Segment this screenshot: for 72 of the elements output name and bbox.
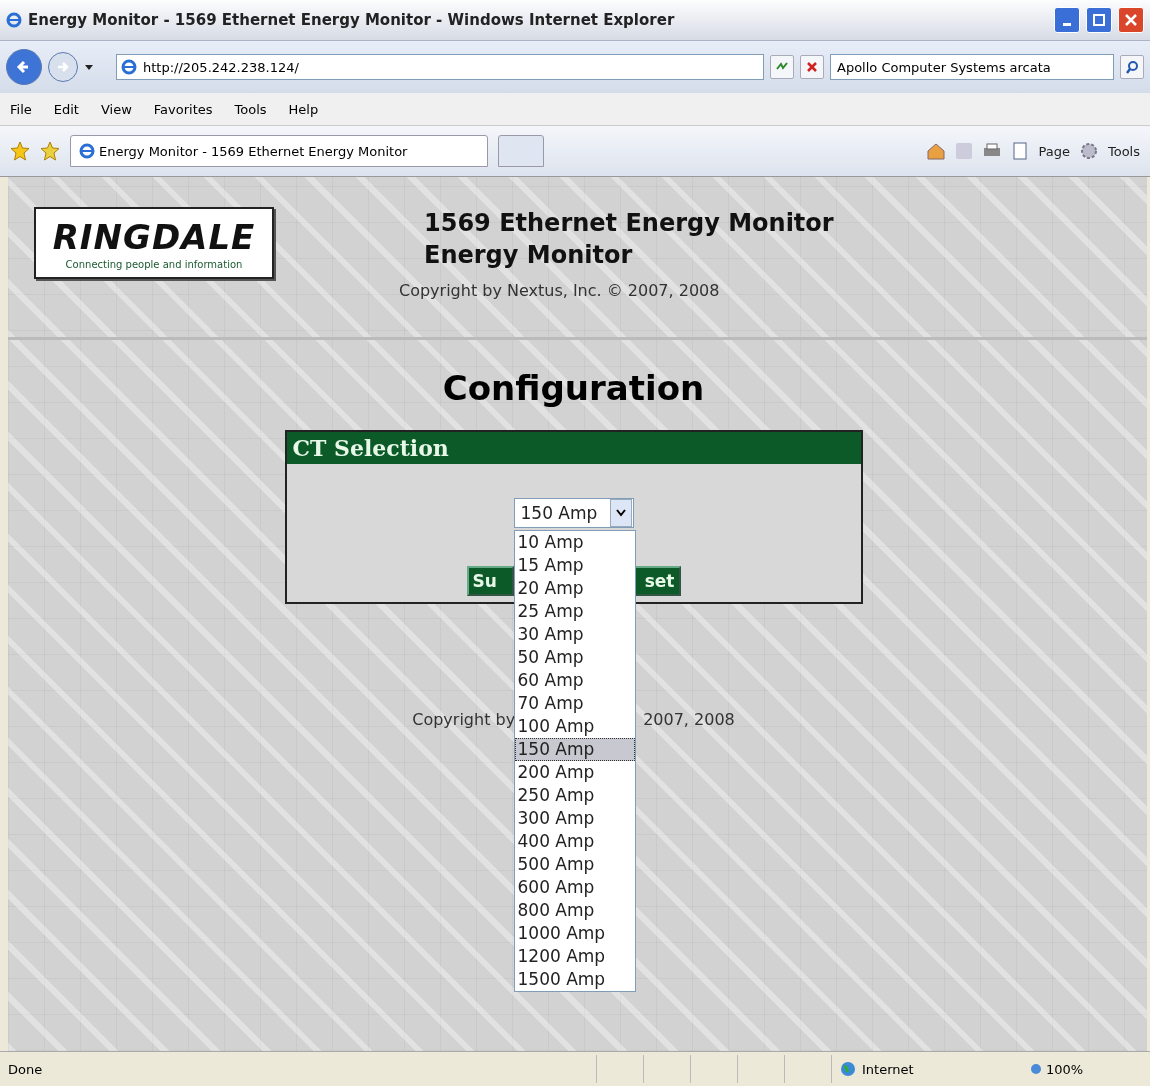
dropdown-option[interactable]: 20 Amp xyxy=(514,577,635,600)
globe-icon xyxy=(840,1061,856,1077)
dropdown-option[interactable]: 200 Amp xyxy=(514,761,635,784)
menu-item[interactable]: Favorites xyxy=(153,101,213,117)
zoom-control[interactable]: 100% xyxy=(1000,1055,1150,1083)
ie-icon xyxy=(6,12,22,28)
copyright-text: Copyright by Nextus, Inc. © 2007, 2008 xyxy=(399,281,720,300)
stop-icon xyxy=(806,61,818,73)
maximize-button[interactable] xyxy=(1086,7,1112,33)
ie-icon xyxy=(79,143,95,159)
menu-item[interactable]: Tools xyxy=(234,101,267,117)
dropdown-option[interactable]: 50 Amp xyxy=(514,646,635,669)
dropdown-option[interactable]: 60 Amp xyxy=(514,669,635,692)
dropdown-icon[interactable] xyxy=(84,63,94,71)
home-icon[interactable] xyxy=(926,142,947,160)
dropdown-option[interactable]: 30 Amp xyxy=(514,623,635,646)
ie-icon xyxy=(121,59,137,75)
caret-icon xyxy=(615,509,626,517)
browser-tab[interactable]: Energy Monitor - 1569 Ethernet Energy Monitor xyxy=(70,135,488,167)
search-icon xyxy=(1125,60,1139,74)
dropdown-option[interactable]: 600 Amp xyxy=(514,876,635,899)
footer-text: Copyright by xyxy=(412,710,516,729)
logo: RINGDALE Connecting people and information xyxy=(34,207,274,279)
forward-arrow-icon xyxy=(56,60,70,74)
add-favorite-icon[interactable] xyxy=(40,141,60,161)
dropdown-option[interactable]: 800 Amp xyxy=(514,899,635,922)
dropdown-option[interactable]: 1500 Amp xyxy=(514,968,635,991)
panel-title: CT Selection xyxy=(286,432,861,464)
menu-item[interactable]: File xyxy=(10,101,32,117)
dropdown-option[interactable]: 150 Amp xyxy=(514,738,635,761)
page-icon xyxy=(1012,142,1029,160)
dropdown-option[interactable]: 250 Amp xyxy=(514,784,635,807)
address-field[interactable]: http://205.242.238.124/ xyxy=(116,54,764,80)
site-subtitle: Energy Monitor xyxy=(424,240,633,271)
status-text: Done xyxy=(7,1061,44,1077)
dropdown-option[interactable]: 1000 Amp xyxy=(514,922,635,945)
dropdown-option[interactable]: 400 Amp xyxy=(514,830,635,853)
dropdown-option[interactable]: 100 Amp xyxy=(514,715,635,738)
dropdown-option[interactable]: 300 Amp xyxy=(514,807,635,830)
maximize-icon xyxy=(1093,14,1105,26)
dropdown-option[interactable]: 10 Amp xyxy=(514,531,635,554)
favorites-icon[interactable] xyxy=(10,141,30,161)
minimize-icon xyxy=(1063,22,1071,26)
forward-button[interactable] xyxy=(48,52,78,82)
ct-select[interactable]: 150 Amp xyxy=(513,498,634,528)
minimize-button[interactable] xyxy=(1054,7,1080,33)
dropdown-option[interactable]: 25 Amp xyxy=(514,600,635,623)
dropdown-option[interactable]: 15 Amp xyxy=(514,554,635,577)
menu-item[interactable]: Help xyxy=(288,101,319,117)
search-button[interactable] xyxy=(1120,55,1144,79)
page-menu[interactable]: Page xyxy=(1038,143,1070,159)
refresh-button[interactable] xyxy=(770,55,794,79)
gear-icon xyxy=(1079,142,1098,160)
back-button[interactable] xyxy=(6,49,42,85)
window-title: Energy Monitor - 1569 Ethernet Energy Monitor - Windows Internet Explorer xyxy=(28,11,676,29)
footer-text: 2007, 2008 xyxy=(643,710,735,729)
search-field[interactable]: Apollo Computer Systems arcata xyxy=(830,54,1114,80)
menu-item[interactable]: Edit xyxy=(53,101,79,117)
close-icon xyxy=(1125,14,1137,26)
zone-indicator: Internet xyxy=(831,1055,1000,1083)
site-title: 1569 Ethernet Energy Monitor xyxy=(424,208,834,239)
dropdown-option[interactable]: 70 Amp xyxy=(514,692,635,715)
page-title: Configuration xyxy=(442,368,705,408)
browser-tab[interactable] xyxy=(498,135,544,167)
menu-item[interactable]: View xyxy=(100,101,132,117)
tools-menu[interactable]: Tools xyxy=(1107,143,1140,159)
submit-button[interactable]: Su xyxy=(466,566,514,596)
dropdown-option[interactable]: 500 Amp xyxy=(514,853,635,876)
dropdown-option[interactable]: 1200 Amp xyxy=(514,945,635,968)
stop-button[interactable] xyxy=(800,55,824,79)
close-button[interactable] xyxy=(1118,7,1144,33)
reset-button[interactable]: set xyxy=(633,566,681,596)
